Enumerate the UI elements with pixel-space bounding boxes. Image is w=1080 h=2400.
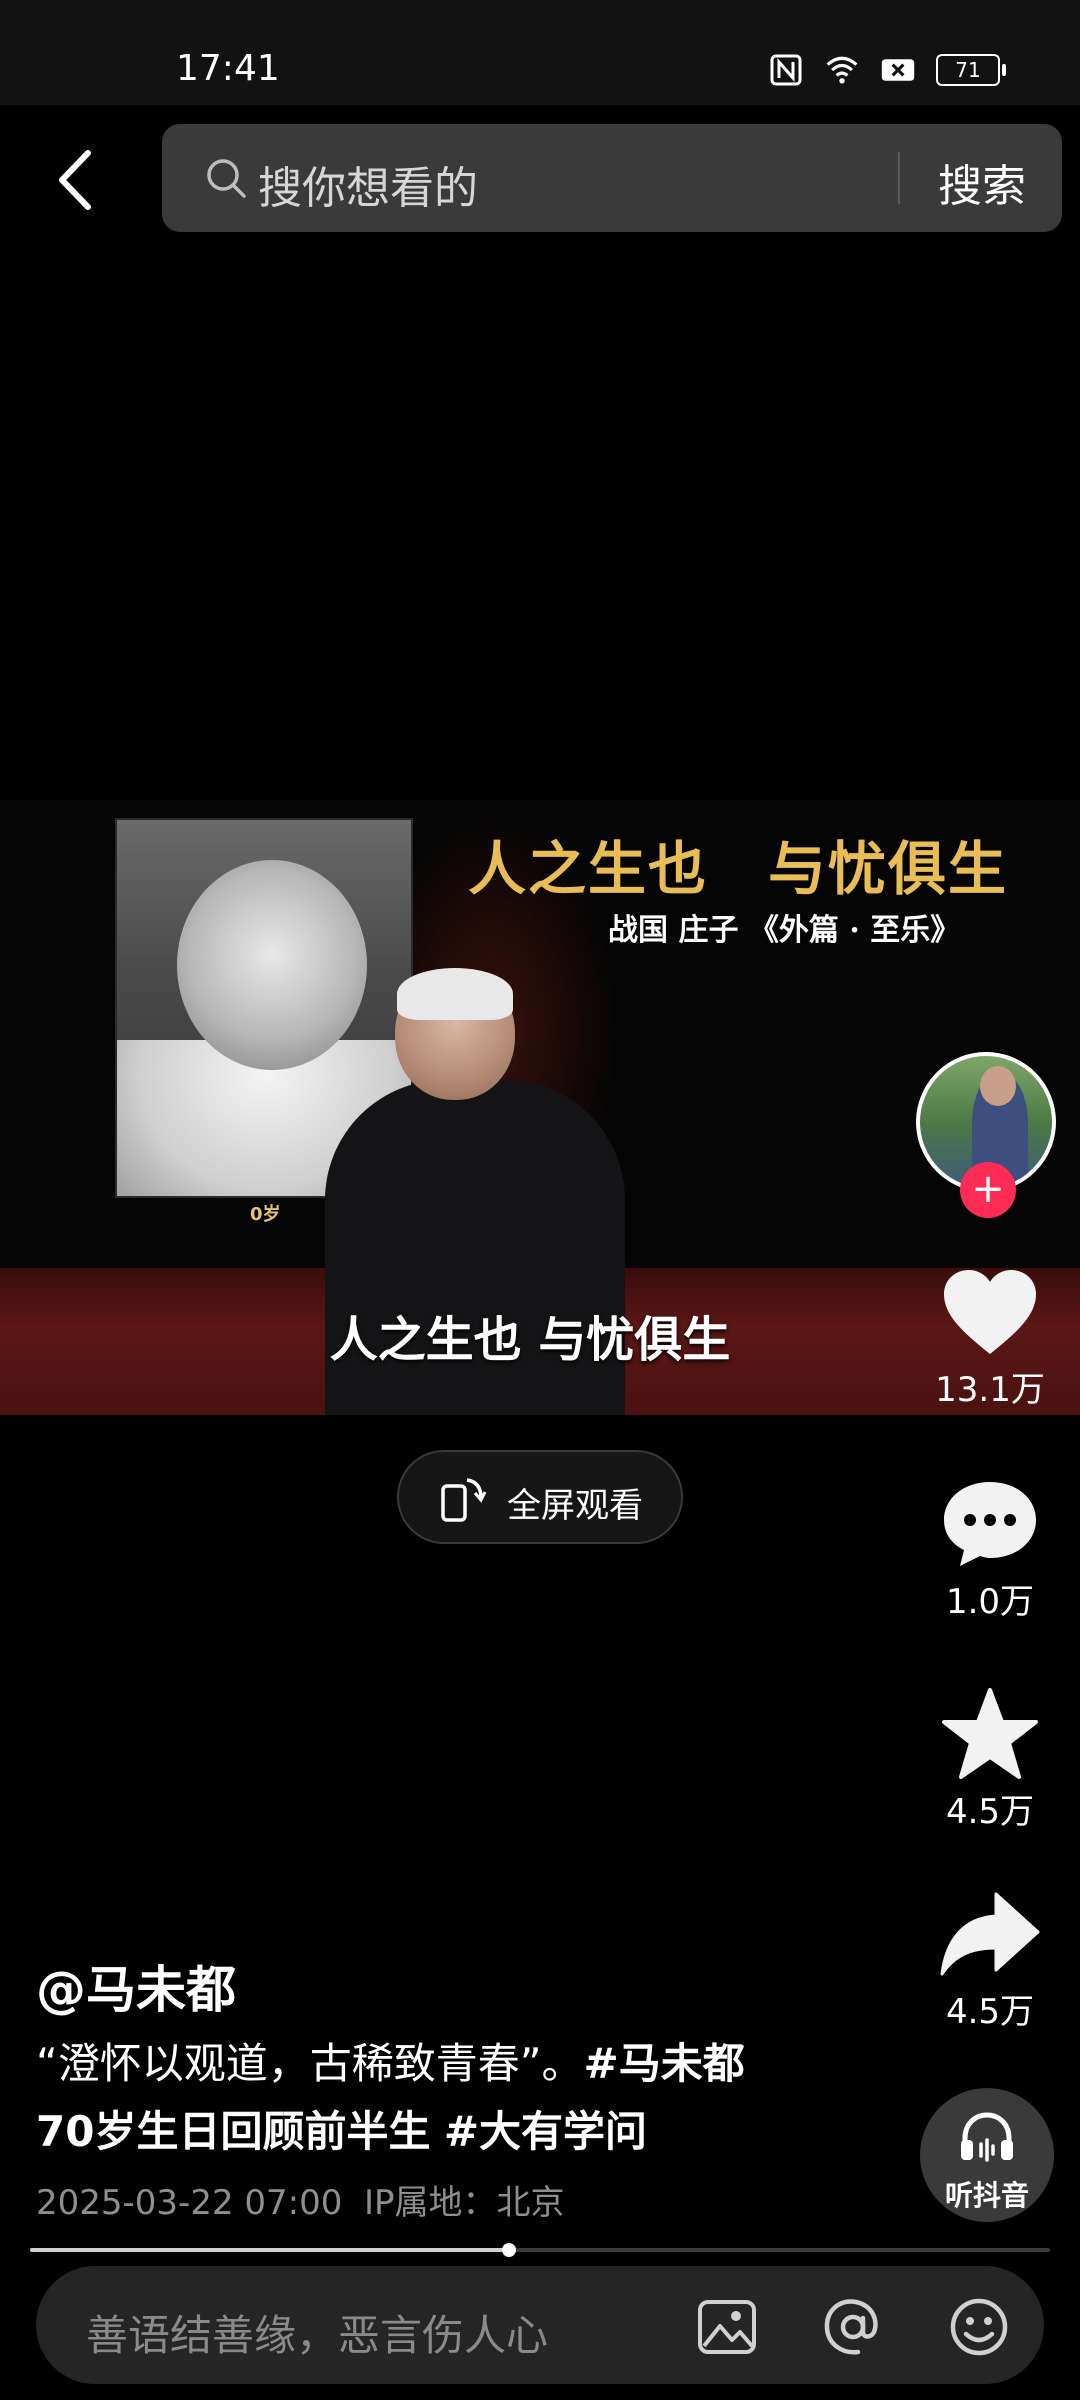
battery-indicator: 71 [936,54,1006,86]
emoji-icon[interactable] [948,2296,1010,2358]
search-icon [207,159,246,198]
like-count: 13.1万 [935,1370,1045,1410]
comment-count: 1.0万 [945,1582,1035,1622]
desc-text: “澄怀以观道，古稀致青春”。 [36,2039,584,2088]
fullscreen-button[interactable]: 全屏观看 [397,1450,683,1544]
mention-icon[interactable] [822,2296,884,2358]
comment-icon [944,1482,1036,1566]
image-icon[interactable] [696,2296,758,2358]
post-meta: 2025-03-22 07:00 IP属地：北京 [36,2175,565,2224]
rotate-screen-icon [441,1478,487,1522]
no-sim-icon [881,59,915,81]
post-ip-location: IP属地：北京 [364,2183,565,2223]
post-description: “澄怀以观道，古稀致青春”。#马未都 70岁生日回顾前半生 #大有学问 [36,2030,796,2166]
video-progress-bar[interactable] [30,2243,1050,2257]
desc-line2: 70岁生日回顾前半生 [36,2107,431,2156]
share-count: 4.5万 [945,1992,1035,2032]
status-bar: 17:41 71 [0,0,1080,105]
favorite-button[interactable]: 4.5万 [920,1688,1060,1833]
fullscreen-label: 全屏观看 [507,1486,643,1526]
back-arrow-icon[interactable] [50,145,110,215]
headphones-icon [961,2112,1013,2162]
author-name[interactable]: @马未都 [36,1950,236,2022]
hashtag-link[interactable]: #大有学问 [444,2107,647,2156]
comment-input[interactable]: 善语结善缘，恶言伤人心 [86,2302,548,2363]
star-icon [942,1688,1038,1779]
progress-knob[interactable] [502,2243,517,2257]
listen-label: 听抖音 [944,2179,1029,2212]
author-avatar[interactable]: + [916,1052,1056,1218]
post-date: 2025-03-22 07:00 [36,2183,343,2223]
like-button[interactable]: 13.1万 [920,1268,1060,1411]
search-divider [898,152,900,204]
video-caption: 人之生也 与忧俱生 [329,1312,731,1368]
comment-bar[interactable]: 善语结善缘，恶言伤人心 [36,2266,1044,2384]
heart-icon [944,1270,1036,1354]
favorite-count: 4.5万 [945,1792,1035,1832]
share-arrow-icon [940,1892,1040,1976]
status-time: 17:41 [176,48,280,89]
quote-title: 人之生也 与忧俱生 [468,835,1009,903]
nfc-icon [770,54,802,86]
search-input[interactable]: 搜你想看的 [258,152,478,216]
hashtag-link[interactable]: #马未都 [584,2039,745,2088]
search-bar[interactable]: 搜你想看的 搜索 [162,124,1062,232]
photo-age-label: 0岁 [250,1204,281,1225]
share-button[interactable]: 4.5万 [920,1890,1060,2033]
listen-douyin-button[interactable]: 听抖音 [920,2088,1054,2222]
follow-plus-button[interactable]: + [960,1162,1016,1218]
quote-source: 战国 庄子 《外篇 · 至乐》 [608,913,961,948]
wifi-icon [826,56,858,84]
progress-fill [30,2248,510,2252]
search-button[interactable]: 搜索 [938,150,1026,214]
comment-button[interactable]: 1.0万 [920,1478,1060,1623]
status-icons: 71 [768,52,1006,88]
